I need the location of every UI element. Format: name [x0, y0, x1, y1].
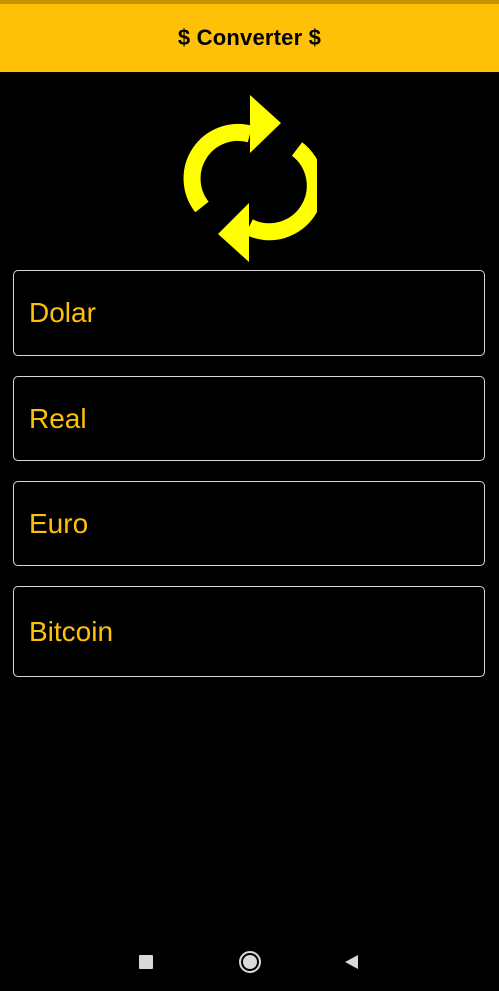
euro-field[interactable]: Euro — [13, 481, 485, 566]
recents-button[interactable] — [134, 950, 158, 974]
square-icon — [139, 955, 153, 969]
circle-icon — [239, 951, 261, 973]
app-bar: $ Converter $ — [0, 4, 499, 72]
bitcoin-field[interactable]: Bitcoin — [13, 586, 485, 677]
real-label: Real — [29, 402, 87, 434]
triangle-back-icon — [345, 955, 358, 969]
refresh-icon[interactable] — [183, 92, 317, 264]
dolar-field[interactable]: Dolar — [13, 270, 485, 356]
euro-label: Euro — [29, 507, 89, 539]
real-field[interactable]: Real — [13, 376, 485, 461]
system-nav-bar — [0, 932, 499, 991]
bitcoin-label: Bitcoin — [29, 615, 114, 647]
back-button[interactable] — [340, 950, 364, 974]
app-title: $ Converter $ — [177, 25, 322, 50]
dolar-label: Dolar — [29, 297, 96, 328]
home-button[interactable] — [238, 950, 262, 974]
